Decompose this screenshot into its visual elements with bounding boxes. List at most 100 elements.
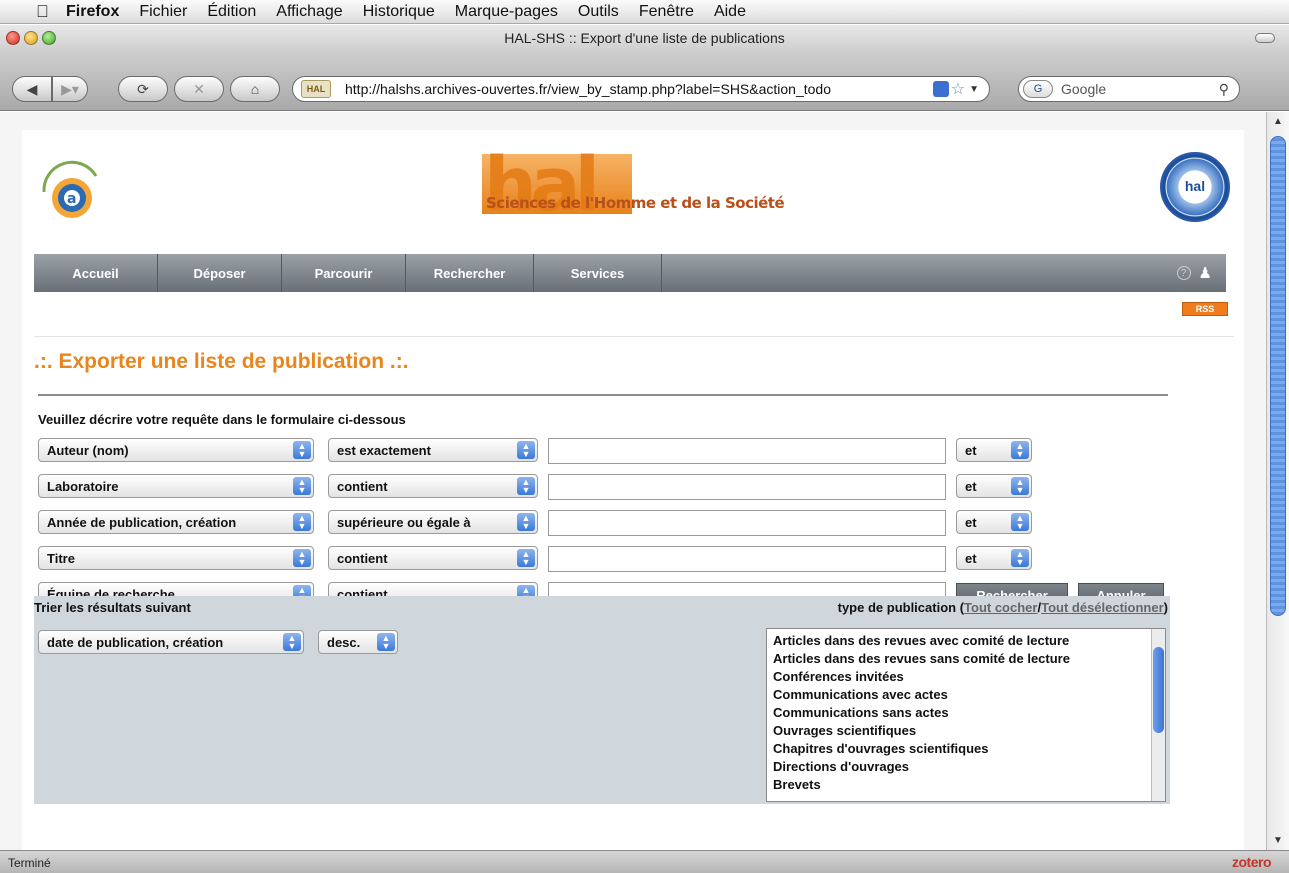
status-text: Terminé [8,856,51,870]
select-arrows-icon: ▲▼ [517,513,535,531]
archives-ouvertes-logo[interactable]: a [36,158,108,230]
operator-select-value: contient [337,550,388,566]
select-arrows-icon: ▲▼ [1011,549,1029,567]
search-bar[interactable]: G Google ⚲ [1018,76,1240,102]
menu-marque-pages[interactable]: Marque-pages [445,3,568,21]
menu-aide[interactable]: Aide [704,3,756,21]
forward-button[interactable]: ▶▾ [52,76,88,102]
page-title: .:. Exporter une liste de publication .:… [34,350,409,373]
select-arrows-icon: ▲▼ [293,477,311,495]
page-scroll-thumb[interactable] [1270,136,1286,616]
menu-affichage[interactable]: Affichage [266,3,352,21]
select-arrows-icon: ▲▼ [517,477,535,495]
menu-fichier[interactable]: Fichier [129,3,197,21]
list-item[interactable]: Brevets [773,776,1070,794]
zotero-icon[interactable]: zotero [1232,854,1272,870]
search-input[interactable]: Google [1061,81,1219,97]
nav-deposer[interactable]: Déposer [158,254,282,292]
home-icon: ⌂ [250,81,260,97]
apple-menu-icon[interactable]:  [0,2,60,22]
menu-outils[interactable]: Outils [568,3,629,21]
operator-select[interactable]: est exactement ▲ ▼ [328,438,538,462]
list-item[interactable]: Chapitres d'ouvrages scientifiques [773,740,1070,758]
conjunction-select-value: et [965,478,977,494]
scroll-up-icon[interactable]: ▲ [1273,116,1283,127]
conjunction-select-value: et [965,442,977,458]
search-icon[interactable]: ⚲ [1219,81,1229,98]
menu-firefox[interactable]: Firefox [60,3,129,21]
check-all-link[interactable]: Tout cocher [964,600,1037,615]
home-button[interactable]: ⌂ [230,76,280,102]
operator-select[interactable]: contient ▲▼ [328,546,538,570]
reload-icon: ⟳ [137,80,149,97]
value-input[interactable] [548,474,946,500]
bookmark-star-icon[interactable]: ☆ [951,79,965,99]
menu-fenetre[interactable]: Fenêtre [629,3,704,21]
sort-field-select[interactable]: date de publication, création ▲ ▼ [38,630,304,654]
select-arrows-icon: ▲▼ [293,441,311,459]
conjunction-select[interactable]: et ▲ ▼ [956,510,1032,534]
hal-shs-logo[interactable]: hal Sciences de l'Homme et de la Société [482,142,785,228]
sort-label: Trier les résultats suivant [34,600,191,615]
select-arrows-icon: ▲▼ [293,513,311,531]
nav-parcourir[interactable]: Parcourir [282,254,406,292]
operator-select-value: contient [337,478,388,494]
list-item[interactable]: Articles dans des revues avec comité de … [773,632,1070,650]
list-item[interactable]: Directions d'ouvrages [773,758,1070,776]
nav-services[interactable]: Services [534,254,662,292]
browser-toolbar: ◀ ▶▾ ⟳ ✕ ⌂ HAL http://halshs.archives-ou… [0,51,1289,111]
uncheck-all-link[interactable]: Tout désélectionner [1041,600,1164,615]
conjunction-select[interactable]: et ▲ ▼ [956,438,1032,462]
web-viewport: a hal Sciences de l'Homme et de la Socié… [0,112,1266,850]
field-select[interactable]: Auteur (nom) ▲ ▼ [38,438,314,462]
value-input[interactable] [548,438,946,464]
operator-select[interactable]: supérieure ou égale à ▲ ▼ [328,510,538,534]
select-arrows-icon: ▲▼ [1011,441,1029,459]
type-items: Articles dans des revues avec comité de … [773,632,1070,794]
rss-feed-icon[interactable] [932,81,949,97]
back-button[interactable]: ◀ [12,76,52,102]
page-scrollbar[interactable]: ▲ ▼ [1266,112,1289,850]
value-input[interactable] [548,546,946,572]
field-select-value: Auteur (nom) [47,442,129,458]
window-titlebar: HAL-SHS :: Export d'une liste de publica… [0,25,1289,51]
field-select[interactable]: Année de publication, création ▲ ▼ [38,510,314,534]
toolbar-toggle-icon[interactable] [1255,33,1275,43]
hal-logo-letters: hal [484,142,600,228]
user-icon[interactable]: ♟ [1199,264,1212,282]
field-select[interactable]: Titre ▲ ▼ [38,546,314,570]
url-history-dropdown-icon[interactable]: ▼ [969,84,979,95]
select-arrows-icon: ▲▼ [283,633,301,651]
select-arrows-icon: ▲▼ [377,633,395,651]
list-item[interactable]: Ouvrages scientifiques [773,722,1070,740]
list-item[interactable]: Communications sans actes [773,704,1070,722]
list-item[interactable]: Communications avec actes [773,686,1070,704]
nav-rechercher[interactable]: Rechercher [406,254,534,292]
field-select[interactable]: Laboratoire ▲ ▼ [38,474,314,498]
list-item[interactable]: Articles dans des revues sans comité de … [773,650,1070,668]
menu-historique[interactable]: Historique [353,3,445,21]
help-icon[interactable]: ? [1176,266,1191,280]
url-text[interactable]: http://halshs.archives-ouvertes.fr/view_… [345,81,933,97]
stop-icon: ✕ [193,80,205,97]
scroll-down-icon[interactable]: ▼ [1273,835,1283,846]
search-engine-selector[interactable]: G [1023,80,1053,98]
menu-edition[interactable]: Édition [197,3,266,21]
value-input[interactable] [548,510,946,536]
address-bar[interactable]: HAL http://halshs.archives-ouvertes.fr/v… [292,76,990,102]
publication-type-listbox[interactable]: Articles dans des revues avec comité de … [766,628,1166,802]
reload-button[interactable]: ⟳ [118,76,168,102]
nav-accueil[interactable]: Accueil [34,254,158,292]
listbox-scrollbar[interactable] [1151,629,1165,801]
stop-button[interactable]: ✕ [174,76,224,102]
list-item[interactable]: Conférences invitées [773,668,1070,686]
conjunction-select-value: et [965,550,977,566]
conjunction-select[interactable]: et ▲ ▼ [956,546,1032,570]
seal-text: hal [1184,178,1206,194]
operator-select[interactable]: contient ▲▼ [328,474,538,498]
rss-badge[interactable]: RSS [1182,302,1228,316]
conjunction-select[interactable]: et ▲ ▼ [956,474,1032,498]
sort-order-select[interactable]: desc. ▲ ▼ [318,630,398,654]
site-navbar: Accueil Déposer Parcourir Rechercher Ser… [34,254,1226,292]
listbox-scroll-thumb[interactable] [1153,647,1164,733]
